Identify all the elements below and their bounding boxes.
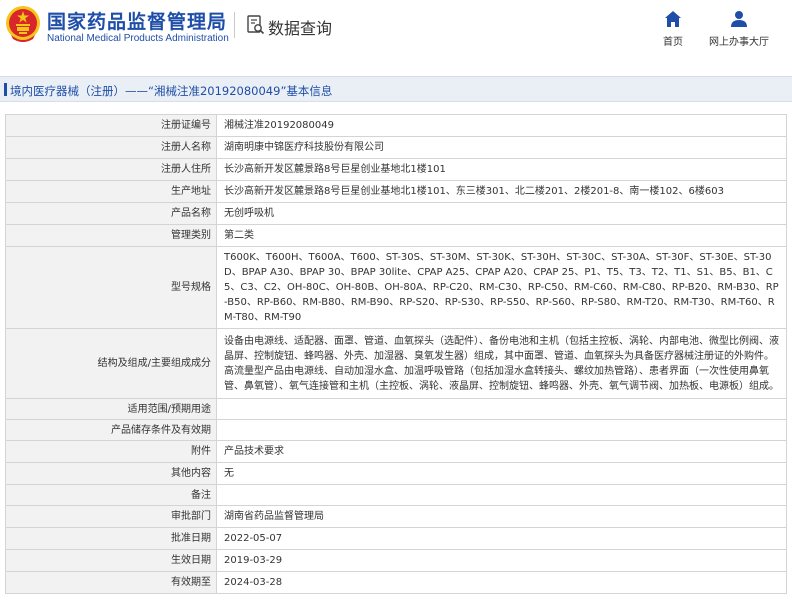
row-value xyxy=(216,398,787,420)
table-row: 批准日期 2022-05-07 xyxy=(5,527,787,550)
table-row: 管理类别 第二类 xyxy=(5,224,787,247)
row-value: 2019-03-29 xyxy=(216,549,787,572)
home-icon xyxy=(665,11,681,27)
table-row: 备注 xyxy=(5,484,787,506)
table-row: 生产地址 长沙高新开发区麓景路8号巨星创业基地北1楼101、东三楼301、北二楼… xyxy=(5,180,787,203)
row-label: 注册证编号 xyxy=(5,114,217,137)
row-value: 产品技术要求 xyxy=(216,440,787,463)
data-query-icon xyxy=(247,15,265,35)
table-row: 型号规格 T600K、T600H、T600A、T600、ST-30S、ST-30… xyxy=(5,246,787,329)
site-name-en: National Medical Products Administration xyxy=(47,33,229,44)
table-row: 附件 产品技术要求 xyxy=(5,440,787,463)
row-label: 型号规格 xyxy=(5,246,217,329)
row-label: 结构及组成/主要组成成分 xyxy=(5,328,217,399)
section-title: 数据查询 xyxy=(268,19,333,38)
breadcrumb: 境内医疗器械（注册）——“湘械注准20192080049”基本信息 xyxy=(0,76,792,102)
table-row: 注册证编号 湘械注准20192080049 xyxy=(5,114,787,137)
national-emblem-icon xyxy=(6,6,40,42)
table-row: 注册人名称 湖南明康中锦医疗科技股份有限公司 xyxy=(5,136,787,159)
row-label: 产品储存条件及有效期 xyxy=(5,419,217,441)
row-label: 注册人住所 xyxy=(5,158,217,181)
row-value: 湖南省药品监督管理局 xyxy=(216,505,787,528)
site-header: 国家药品监督管理局 National Medical Products Admi… xyxy=(0,0,792,52)
table-row: 审批部门 湖南省药品监督管理局 xyxy=(5,505,787,528)
header-divider xyxy=(234,12,235,38)
row-label: 注册人名称 xyxy=(5,136,217,159)
row-label: 生产地址 xyxy=(5,180,217,203)
row-value xyxy=(216,419,787,441)
site-name-cn: 国家药品监督管理局 xyxy=(47,11,228,33)
table-row: 产品名称 无创呼吸机 xyxy=(5,202,787,225)
row-label: 有效期至 xyxy=(5,571,217,594)
table-row: 有效期至 2024-03-28 xyxy=(5,571,787,594)
row-label: 管理类别 xyxy=(5,224,217,247)
row-value xyxy=(216,484,787,506)
row-value: 无创呼吸机 xyxy=(216,202,787,225)
nav-online-hall[interactable]: 网上办事大厅 xyxy=(706,10,772,48)
basic-info-table: 注册证编号 湘械注准20192080049 注册人名称 湖南明康中锦医疗科技股份… xyxy=(5,114,787,594)
row-value: 长沙高新开发区麓景路8号巨星创业基地北1楼101、东三楼301、北二楼201、2… xyxy=(216,180,787,203)
row-value: T600K、T600H、T600A、T600、ST-30S、ST-30M、ST-… xyxy=(216,246,787,329)
row-value: 2022-05-07 xyxy=(216,527,787,550)
row-label: 适用范围/预期用途 xyxy=(5,398,217,420)
row-value: 湖南明康中锦医疗科技股份有限公司 xyxy=(216,136,787,159)
row-value: 第二类 xyxy=(216,224,787,247)
table-row: 产品储存条件及有效期 xyxy=(5,419,787,441)
table-row: 结构及组成/主要组成成分 设备由电源线、适配器、面罩、管道、血氧探头（选配件）、… xyxy=(5,328,787,399)
breadcrumb-marker xyxy=(4,83,7,96)
nav-home[interactable]: 首页 xyxy=(658,10,688,48)
table-row: 注册人住所 长沙高新开发区麓景路8号巨星创业基地北1楼101 xyxy=(5,158,787,181)
row-value: 长沙高新开发区麓景路8号巨星创业基地北1楼101 xyxy=(216,158,787,181)
row-label: 其他内容 xyxy=(5,462,217,485)
row-label: 审批部门 xyxy=(5,505,217,528)
breadcrumb-text: 境内医疗器械（注册）——“湘械注准20192080049”基本信息 xyxy=(10,84,333,98)
row-value: 2024-03-28 xyxy=(216,571,787,594)
row-label: 产品名称 xyxy=(5,202,217,225)
row-label: 备注 xyxy=(5,484,217,506)
row-label: 生效日期 xyxy=(5,549,217,572)
row-label: 批准日期 xyxy=(5,527,217,550)
table-row: 其他内容 无 xyxy=(5,462,787,485)
table-row: 适用范围/预期用途 xyxy=(5,398,787,420)
user-icon xyxy=(731,11,747,27)
nav-online-hall-label: 网上办事大厅 xyxy=(709,37,769,48)
nav-home-label: 首页 xyxy=(663,37,683,48)
row-value: 湘械注准20192080049 xyxy=(216,114,787,137)
row-value: 无 xyxy=(216,462,787,485)
table-row: 生效日期 2019-03-29 xyxy=(5,549,787,572)
row-label: 附件 xyxy=(5,440,217,463)
row-value: 设备由电源线、适配器、面罩、管道、血氧探头（选配件）、备份电池和主机（包括主控板… xyxy=(216,328,787,399)
